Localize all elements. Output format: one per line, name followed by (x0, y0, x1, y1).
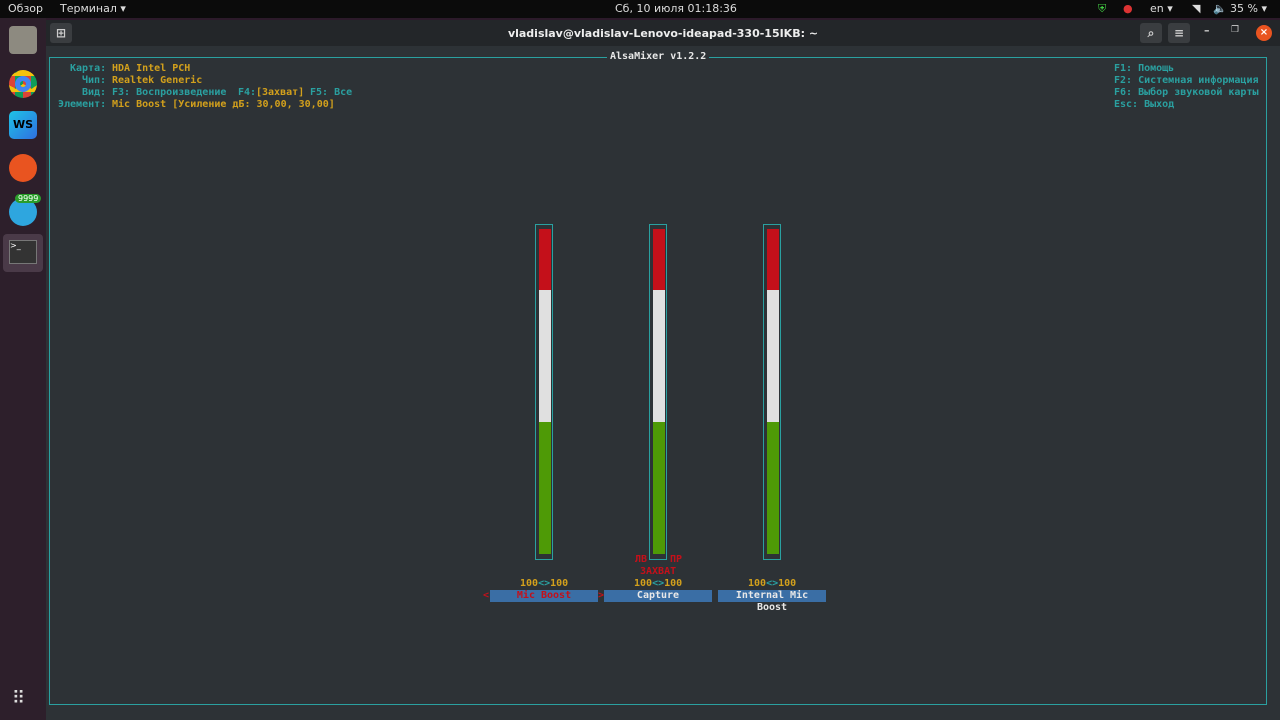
chrome-icon[interactable] (9, 70, 37, 98)
level-readout: 100<>100 (520, 578, 569, 589)
level-readout: 100<>100 (634, 578, 683, 589)
view-capture-active[interactable]: [Захват] (256, 87, 304, 99)
close-icon[interactable]: × (1256, 25, 1272, 41)
item-value: Mic Boost [Усиление дБ: 30,00, 30,00] (112, 99, 335, 110)
channel-label-mic-boost[interactable]: Mic Boost (490, 590, 598, 602)
bar-red-segment (539, 229, 551, 290)
show-apps-icon[interactable]: ⠿ (12, 688, 25, 709)
capture-flag[interactable]: ЗАХВАТ (640, 566, 676, 578)
menu-icon[interactable]: ≡ (1168, 23, 1190, 43)
item-label: Элемент: (58, 99, 107, 110)
help-esc: Esc: Выход (1114, 99, 1175, 110)
bar-green-segment (653, 422, 665, 554)
maximize-icon[interactable]: ❐ (1231, 25, 1239, 35)
view-f4[interactable]: F4: (238, 87, 256, 99)
selection-marker-left: < (483, 590, 490, 601)
terminal-icon: >_ (9, 240, 37, 264)
help-f2: F2: Системная информация (1114, 75, 1259, 86)
mixer-title: AlsaMixer v1.2.2 (607, 51, 710, 63)
window-title: vladislav@vladislav-Lenovo-ideapad-330-1… (507, 27, 819, 40)
app-menu[interactable]: Терминал ▾ (60, 2, 126, 15)
view-label: Вид: (82, 87, 107, 98)
terminal-window: ⊞ vladislav@vladislav-Lenovo-ideapad-330… (46, 20, 1280, 720)
view-playback[interactable]: F3: Воспроизведение (112, 87, 226, 99)
card-value: HDA Intel PCH (112, 63, 191, 74)
terminal-dock-item[interactable]: >_ (3, 234, 43, 272)
bar-white-segment (539, 290, 551, 422)
bar-green-segment (767, 422, 779, 554)
postman-icon[interactable] (9, 154, 37, 182)
card-label: Карта: (70, 63, 107, 74)
dock: WS 9999 >_ ⠿ (0, 18, 46, 720)
volume-bar-internal-mic-boost[interactable] (763, 224, 781, 560)
volume-bar-capture[interactable] (649, 224, 667, 560)
wifi-icon[interactable]: ◥ (1192, 2, 1200, 15)
language-selector[interactable]: en ▾ (1150, 2, 1173, 15)
volume-icon[interactable]: 🔈 (1213, 2, 1227, 15)
view-all[interactable]: F5: Все (310, 87, 352, 99)
help-f6: F6: Выбор звуковой карты (1114, 87, 1259, 98)
minimize-icon[interactable]: – (1204, 24, 1210, 37)
bar-red-segment (767, 229, 779, 290)
clock[interactable]: Сб, 10 июля 01:18:36 (615, 2, 737, 15)
top-bar: Обзор Терминал ▾ Сб, 10 июля 01:18:36 ⛨ … (0, 0, 1280, 18)
chrome-tray-icon[interactable]: ● (1123, 2, 1133, 15)
bar-green-segment (539, 422, 551, 554)
channel-label-capture[interactable]: Capture (604, 590, 712, 602)
help-f1: F1: Помощь (1114, 63, 1175, 74)
bar-red-segment (653, 229, 665, 290)
capture-left-flag[interactable]: ЛВ (635, 554, 647, 566)
title-bar: ⊞ vladislav@vladislav-Lenovo-ideapad-330… (46, 20, 1280, 46)
volume-bar-mic-boost[interactable] (535, 224, 553, 560)
telegram-badge: 9999 (15, 194, 42, 203)
shield-icon[interactable]: ⛨ (1098, 2, 1106, 16)
level-readout: 100<>100 (748, 578, 797, 589)
files-icon[interactable] (9, 26, 37, 54)
chip-value: Realtek Generic (112, 75, 203, 86)
battery-status[interactable]: 35 % ▾ (1230, 2, 1267, 15)
activities-button[interactable]: Обзор (8, 2, 43, 15)
bar-white-segment (653, 290, 665, 422)
chip-label: Чип: (82, 75, 107, 86)
webstorm-icon[interactable]: WS (9, 111, 37, 139)
search-icon[interactable]: ⌕ (1140, 23, 1162, 43)
bar-white-segment (767, 290, 779, 422)
capture-right-flag[interactable]: ПР (670, 554, 682, 566)
channel-label-internal-mic-boost[interactable]: Internal Mic Boost (718, 590, 826, 613)
